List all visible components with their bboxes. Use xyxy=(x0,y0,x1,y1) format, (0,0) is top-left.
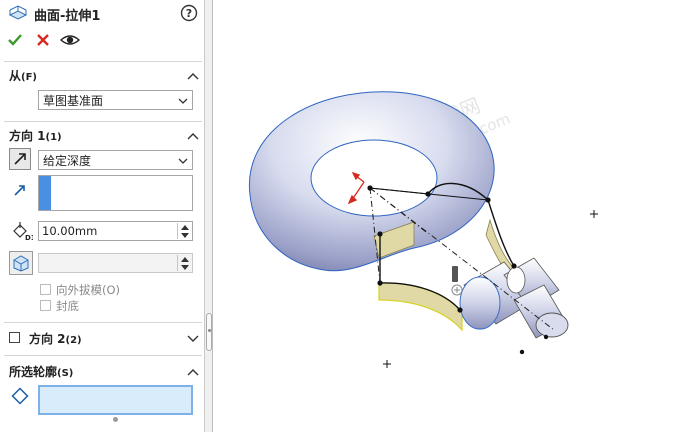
direction-vector-selection-box[interactable] xyxy=(38,175,193,211)
cancel-button[interactable] xyxy=(35,32,51,51)
stepper-down-icon[interactable] xyxy=(178,263,191,271)
contour-diamond-icon xyxy=(11,387,29,408)
torus-ring-body xyxy=(248,91,495,272)
reverse-direction-button[interactable] xyxy=(9,148,31,173)
from-dropdown-value: 草图基准面 xyxy=(43,94,104,108)
preview-eye-icon[interactable] xyxy=(59,32,81,51)
expand-chevron-down-icon[interactable] xyxy=(187,333,199,343)
draft-toggle-button[interactable] xyxy=(9,251,33,278)
direction-vector-arrow-icon xyxy=(12,182,28,201)
cap-end-label: 封底 xyxy=(56,299,79,313)
graphics-viewport[interactable]: 机械时代网 www.jxage.com xyxy=(214,0,700,432)
stepper-up-icon[interactable] xyxy=(178,255,191,263)
depth-value: 10.00mm xyxy=(42,224,98,238)
property-manager-panel: 曲面-拉伸1 ? 从(F) 草图基准面 方向 1(1) 给定深度 D 10.00… xyxy=(0,0,205,432)
draft-outward-checkbox[interactable] xyxy=(40,284,51,295)
end-condition-value: 给定深度 xyxy=(43,154,92,168)
selected-contours-box[interactable] xyxy=(38,385,193,415)
extruded-surface-icon xyxy=(7,4,29,25)
stepper-up-icon[interactable] xyxy=(178,223,191,231)
direction2-section-header[interactable]: 方向 2(2) xyxy=(29,330,82,347)
depth-stepper[interactable] xyxy=(177,223,191,239)
direction1-section-header[interactable]: 方向 1(1) xyxy=(9,127,62,144)
chevron-down-icon xyxy=(178,155,188,165)
divider xyxy=(4,61,202,62)
help-icon[interactable]: ? xyxy=(180,4,198,25)
selected-contours-section-header[interactable]: 所选轮廓(S) xyxy=(9,363,73,380)
direction1-section-hotkey: (1) xyxy=(45,132,62,143)
drag-manipulator-icon[interactable] xyxy=(451,266,463,296)
draft-angle-input[interactable] xyxy=(38,253,193,273)
panel-splitter[interactable] xyxy=(205,0,213,432)
ok-button[interactable] xyxy=(7,32,23,51)
end-condition-dropdown[interactable]: 给定深度 xyxy=(38,150,193,170)
depth-dimension-label: D1 xyxy=(25,234,33,241)
model-canvas[interactable]: 机械时代网 www.jxage.com xyxy=(214,0,700,432)
selection-focus-bar xyxy=(39,176,51,210)
divider xyxy=(4,322,202,323)
direction2-section-title: 方向 2 xyxy=(29,332,66,346)
direction2-checkbox[interactable] xyxy=(9,332,20,343)
depth-dimension-icon: D1 xyxy=(11,221,36,244)
selected-contours-title: 所选轮廓 xyxy=(9,365,58,379)
selected-contours-hotkey: (S) xyxy=(57,368,74,379)
splitter-handle[interactable] xyxy=(206,313,212,351)
collapse-chevron-up-icon[interactable] xyxy=(187,130,199,140)
chevron-down-icon xyxy=(178,95,188,105)
cap-end-checkbox[interactable] xyxy=(40,300,51,311)
collapse-chevron-up-icon[interactable] xyxy=(187,70,199,80)
from-section-header[interactable]: 从(F) xyxy=(9,67,37,84)
divider xyxy=(4,121,202,122)
divider xyxy=(4,355,202,356)
feature-title: 曲面-拉伸1 xyxy=(34,9,101,24)
depth-input[interactable]: 10.00mm xyxy=(38,221,193,241)
stepper-down-icon[interactable] xyxy=(178,231,191,239)
from-section-hotkey: (F) xyxy=(21,72,37,83)
resize-grip-dot[interactable] xyxy=(113,417,118,422)
direction1-section-title: 方向 1 xyxy=(9,129,46,143)
draft-outward-label: 向外拔模(O) xyxy=(56,283,121,297)
draft-angle-stepper[interactable] xyxy=(177,255,191,271)
svg-text:?: ? xyxy=(186,7,192,20)
direction2-section-hotkey: (2) xyxy=(65,335,82,346)
from-section-title: 从 xyxy=(9,69,22,83)
from-start-condition-dropdown[interactable]: 草图基准面 xyxy=(38,90,193,110)
collapse-chevron-up-icon[interactable] xyxy=(187,366,199,376)
